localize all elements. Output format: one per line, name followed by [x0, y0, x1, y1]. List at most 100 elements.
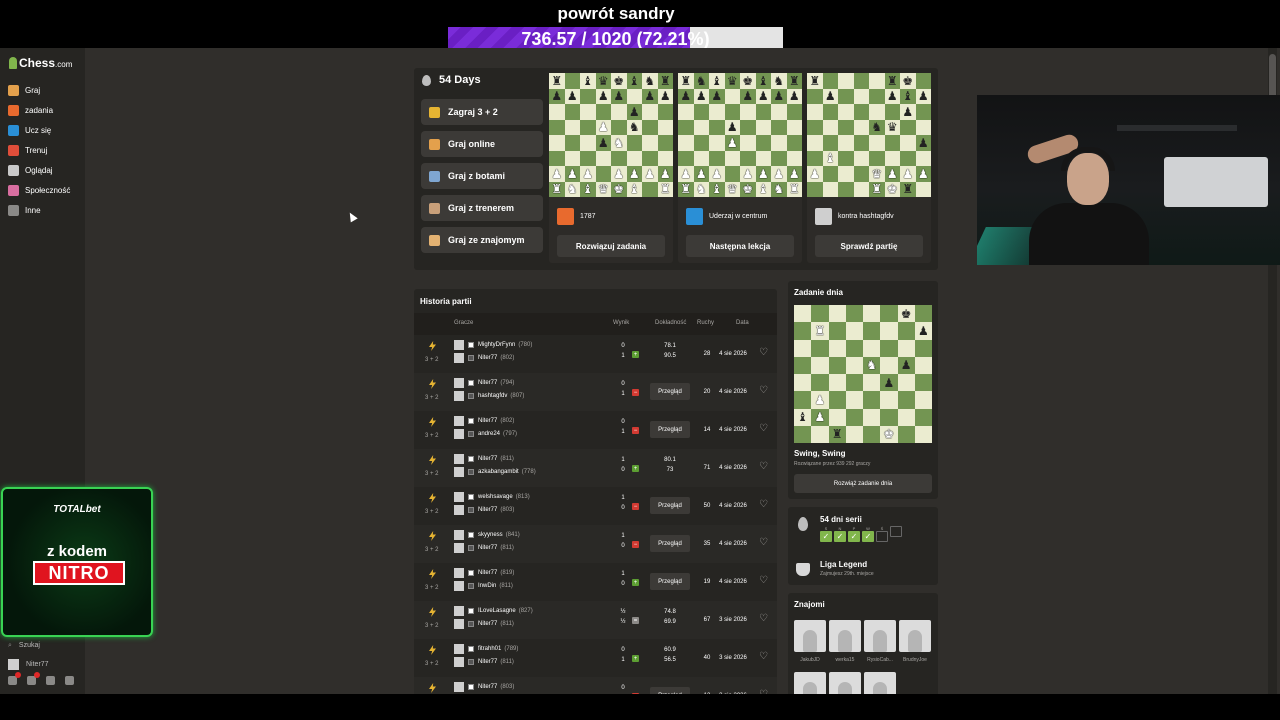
sidebar-item[interactable]: Społeczność: [8, 180, 70, 200]
board-square[interactable]: [755, 104, 771, 120]
board-square[interactable]: ♜: [549, 73, 565, 89]
heart-icon[interactable]: ♡: [759, 500, 768, 510]
board-square[interactable]: [863, 374, 881, 392]
table-row[interactable]: 3 + 2 MightyDrFynn (780) Niter77 (802) 0 1 +78.…: [414, 335, 777, 373]
sidebar-item[interactable]: Graj: [8, 80, 70, 100]
board-square[interactable]: ♜: [828, 425, 846, 443]
board-square[interactable]: [693, 104, 709, 120]
player[interactable]: azkabangambit (778): [454, 467, 536, 477]
board-square[interactable]: ♛: [724, 73, 740, 89]
board-square[interactable]: ♛: [724, 181, 740, 197]
board-square[interactable]: ♚: [900, 73, 916, 89]
board-square[interactable]: ♜: [869, 181, 885, 197]
board-square[interactable]: [580, 119, 596, 135]
player[interactable]: Niter77 (811): [454, 619, 514, 629]
board-square[interactable]: [811, 425, 829, 443]
board-square[interactable]: ♟: [900, 166, 916, 182]
player[interactable]: Niter77 (811): [454, 657, 514, 667]
board-square[interactable]: [580, 88, 596, 104]
board-square[interactable]: ♟: [693, 166, 709, 182]
board-square[interactable]: [863, 339, 881, 357]
board-square[interactable]: [693, 119, 709, 135]
board-square[interactable]: ♟: [709, 166, 725, 182]
board-square[interactable]: [828, 408, 846, 426]
board-square[interactable]: [853, 166, 869, 182]
review-button[interactable]: Przegląd: [650, 573, 690, 590]
board-square[interactable]: ♝: [580, 181, 596, 197]
board-square[interactable]: [549, 150, 565, 166]
board-square[interactable]: [642, 150, 658, 166]
board-square[interactable]: ♟: [900, 104, 916, 120]
board-square[interactable]: [580, 104, 596, 120]
board-square[interactable]: ♝: [794, 408, 812, 426]
board-square[interactable]: ♟: [611, 88, 627, 104]
board-square[interactable]: ♜: [900, 181, 916, 197]
board-square[interactable]: ♟: [657, 166, 673, 182]
board-square[interactable]: ♚: [897, 305, 915, 323]
board-square[interactable]: [642, 135, 658, 151]
review-button[interactable]: Przegląd: [650, 421, 690, 438]
board-square[interactable]: [657, 119, 673, 135]
board-square[interactable]: [915, 119, 931, 135]
board-square[interactable]: [822, 119, 838, 135]
board-square[interactable]: [853, 104, 869, 120]
board-square[interactable]: [564, 104, 580, 120]
board-square[interactable]: [822, 104, 838, 120]
board-square[interactable]: [740, 150, 756, 166]
heart-icon[interactable]: ♡: [759, 386, 768, 396]
board-square[interactable]: [880, 339, 898, 357]
board-square[interactable]: ♟: [755, 88, 771, 104]
board-square[interactable]: ♚: [611, 73, 627, 89]
heart-icon[interactable]: ♡: [759, 538, 768, 548]
friend[interactable]: werka15: [829, 620, 861, 663]
board-square[interactable]: [869, 150, 885, 166]
board-square[interactable]: [828, 356, 846, 374]
board-square[interactable]: [626, 88, 642, 104]
board-square[interactable]: ♟: [595, 135, 611, 151]
player[interactable]: ILoveLasagne (827): [454, 606, 533, 616]
board-square[interactable]: [794, 425, 812, 443]
board-square[interactable]: [755, 150, 771, 166]
board-square[interactable]: ♟: [755, 166, 771, 182]
board-square[interactable]: [678, 119, 694, 135]
board-square[interactable]: [915, 181, 931, 197]
board-square[interactable]: [807, 181, 823, 197]
heart-icon[interactable]: ♡: [759, 424, 768, 434]
board-square[interactable]: [794, 374, 812, 392]
board-square[interactable]: [869, 104, 885, 120]
board-square[interactable]: [549, 104, 565, 120]
friend[interactable]: [864, 672, 896, 694]
board-square[interactable]: [897, 339, 915, 357]
board-square[interactable]: ♟: [786, 88, 802, 104]
sidebar-item[interactable]: zadania: [8, 100, 70, 120]
board-square[interactable]: [863, 391, 881, 409]
review-button[interactable]: Przegląd: [650, 383, 690, 400]
board-square[interactable]: [880, 356, 898, 374]
card-button[interactable]: Sprawdź partię: [815, 235, 923, 257]
board-square[interactable]: [884, 104, 900, 120]
review-button[interactable]: Przegląd: [650, 535, 690, 552]
board-square[interactable]: [828, 391, 846, 409]
board-square[interactable]: [693, 150, 709, 166]
board-square[interactable]: ♜: [678, 73, 694, 89]
heart-icon[interactable]: ♡: [759, 614, 768, 624]
board-square[interactable]: [807, 104, 823, 120]
board-square[interactable]: ♟: [915, 166, 931, 182]
board-square[interactable]: [884, 150, 900, 166]
board-square[interactable]: ♞: [771, 73, 787, 89]
daily-board[interactable]: ♚ ♜ ♟ ♞ ♟ ♟ ♟ ♝ ♟ ♜ ♚: [794, 305, 932, 443]
board-square[interactable]: [807, 150, 823, 166]
board-square[interactable]: ♝: [709, 181, 725, 197]
board-square[interactable]: [845, 305, 863, 323]
board-square[interactable]: [580, 135, 596, 151]
board-square[interactable]: [794, 322, 812, 340]
board-square[interactable]: [564, 73, 580, 89]
board-square[interactable]: ♞: [771, 181, 787, 197]
board-square[interactable]: [845, 391, 863, 409]
board-square[interactable]: ♟: [811, 391, 829, 409]
player[interactable]: welshsavage (813): [454, 492, 530, 502]
board-square[interactable]: [549, 135, 565, 151]
play-button[interactable]: Graj z trenerem: [421, 195, 543, 221]
play-button[interactable]: Graj z botami: [421, 163, 543, 189]
board-square[interactable]: [794, 339, 812, 357]
